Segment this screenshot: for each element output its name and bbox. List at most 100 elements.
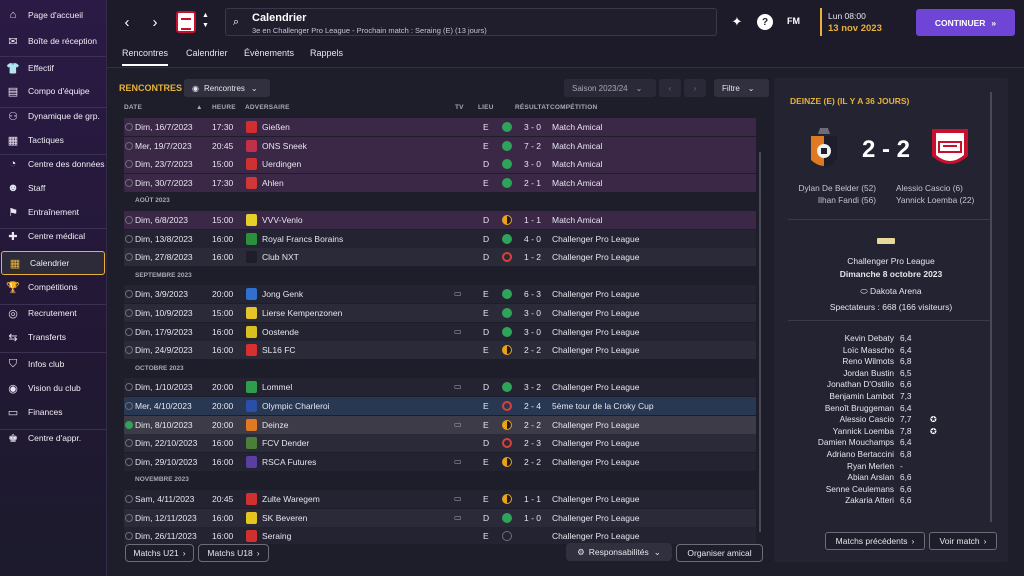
fixture-row[interactable]: Dim, 6/8/2023 15:00 VVV-Venlo D 1 - 1 Match A… — [124, 211, 756, 229]
player-name[interactable]: Zakaria Atteri — [784, 495, 894, 505]
player-name[interactable]: Damien Mouchamps — [784, 437, 894, 447]
fixture-competition[interactable]: Challenger Pro League — [552, 457, 639, 467]
player-name[interactable]: Senne Ceulemans — [784, 484, 894, 494]
fixture-row[interactable]: Dim, 30/7/2023 17:30 Ahlen E 2 - 1 Match Amic… — [124, 173, 756, 192]
fixture-competition[interactable]: Challenger Pro League — [552, 234, 639, 244]
opponent-crest-icon[interactable] — [246, 493, 257, 505]
fixture-opponent[interactable]: FCV Dender — [262, 438, 309, 448]
fixture-row[interactable]: Dim, 23/7/2023 15:00 Uerdingen D 3 - 0 Match … — [124, 155, 756, 174]
tab-rencontres[interactable]: Rencontres — [122, 48, 169, 66]
fixture-opponent[interactable]: SL16 FC — [262, 345, 296, 355]
sidebar-item-inbox[interactable]: ✉ Boîte de réception — [0, 29, 106, 53]
sidebar-item-tactics[interactable]: ▦ Tactiques — [0, 128, 106, 152]
sidebar-item-vision[interactable]: ◉ Vision du club — [0, 376, 106, 400]
opponent-crest-icon[interactable] — [246, 121, 257, 133]
forward-icon[interactable]: › — [145, 12, 165, 32]
fixture-opponent[interactable]: Royal Francs Borains — [262, 234, 343, 244]
row-checkbox[interactable] — [125, 141, 133, 150]
fixture-competition[interactable]: Challenger Pro League — [552, 438, 639, 448]
header-competition[interactable]: COMPÉTITION — [550, 104, 597, 111]
detail-competition[interactable]: Challenger Pro League — [774, 256, 1008, 266]
sidebar-item-training[interactable]: ⚑ Entraînement — [0, 200, 106, 224]
row-checkbox[interactable] — [125, 495, 133, 503]
title-box[interactable]: ⌕ Calendrier 3e en Challenger Pro League… — [225, 8, 717, 36]
detail-scrollbar[interactable] — [990, 92, 992, 522]
fixture-opponent[interactable]: Olympic Charleroi — [262, 401, 330, 411]
fixture-score[interactable]: 2 - 2 — [524, 420, 541, 430]
fixture-competition[interactable]: Challenger Pro League — [552, 327, 639, 337]
sidebar-item-home[interactable]: ⌂ Page d'accueil — [0, 3, 106, 27]
sidebar-item-transfers[interactable]: ⇆ Transferts — [0, 325, 106, 349]
organise-friendly-button[interactable]: Organiser amical — [676, 544, 763, 562]
header-opponent[interactable]: ADVERSAIRE — [245, 104, 290, 111]
fixture-row[interactable]: Dim, 12/11/2023 16:00 SK Beveren ▭ D 1 - 0 Cha… — [124, 508, 756, 527]
player-name[interactable]: Benjamin Lambot — [784, 391, 894, 401]
fixture-opponent[interactable]: Ahlen — [262, 178, 284, 188]
fixture-row[interactable]: Dim, 29/10/2023 16:00 RSCA Futures ▭ E 2 - 2 C… — [124, 452, 756, 471]
fixture-competition[interactable]: Challenger Pro League — [552, 531, 639, 541]
next-season-icon[interactable]: › — [684, 79, 706, 97]
row-checkbox[interactable] — [125, 439, 133, 448]
row-checkbox[interactable] — [125, 123, 133, 131]
player-name[interactable]: Alessio Cascio — [784, 414, 894, 424]
fixtures-scrollbar[interactable] — [759, 152, 761, 532]
row-checkbox[interactable] — [125, 327, 133, 336]
player-name[interactable]: Benoît Bruggeman — [784, 403, 894, 413]
opponent-crest-icon[interactable] — [246, 530, 257, 543]
header-tv[interactable]: TV — [455, 104, 464, 111]
club-crest-icon[interactable] — [176, 11, 196, 33]
fixture-row[interactable]: Dim, 3/9/2023 20:00 Jong Genk ▭ E 6 - 3 Challe… — [124, 285, 756, 304]
row-checkbox[interactable] — [125, 532, 133, 541]
filter-button[interactable]: Filtre ⌄ — [714, 79, 769, 97]
opponent-crest-icon[interactable] — [246, 251, 257, 264]
fixture-competition[interactable]: Match Amical — [552, 215, 603, 225]
row-checkbox[interactable] — [125, 346, 133, 355]
season-dropdown[interactable]: Saison 2023/24 ⌄ — [564, 79, 656, 97]
responsibilities-button[interactable]: ⚙ Responsabilités ⌄ — [566, 543, 672, 561]
header-date[interactable]: DATE — [124, 104, 142, 111]
fixture-opponent[interactable]: ONS Sneek — [262, 141, 307, 151]
row-checkbox[interactable] — [125, 216, 133, 224]
u21-matches-button[interactable]: Matchs U21 › — [125, 544, 194, 562]
fixture-opponent[interactable]: Uerdingen — [262, 159, 301, 169]
fixture-competition[interactable]: Match Amical — [552, 178, 603, 188]
boot-icon[interactable]: ✦ — [729, 14, 745, 30]
previous-matches-button[interactable]: Matchs précédents › — [825, 532, 925, 550]
player-name[interactable]: Adriano Bertaccini — [784, 449, 894, 459]
fixture-competition[interactable]: Match Amical — [552, 159, 603, 169]
fixture-score[interactable]: 2 - 2 — [524, 345, 541, 355]
fixture-competition[interactable]: Challenger Pro League — [552, 494, 639, 504]
fixture-score[interactable]: 3 - 2 — [524, 382, 541, 392]
opponent-crest-icon[interactable] — [246, 214, 257, 226]
player-name[interactable]: Kevin Debaty — [784, 333, 894, 343]
fixture-row[interactable]: Dim, 13/8/2023 16:00 Royal Francs Borains D… — [124, 229, 756, 248]
sidebar-item-club-info[interactable]: ⛉ Infos club — [0, 352, 106, 376]
fixture-row[interactable]: Dim, 27/8/2023 16:00 Club NXT D 1 - 2 Challen… — [124, 248, 756, 267]
row-checkbox[interactable] — [125, 309, 133, 317]
header-venue[interactable]: LIEU — [478, 104, 494, 111]
sidebar-item-staff[interactable]: ☻ Staff — [0, 176, 106, 200]
fixture-score[interactable]: 7 - 2 — [524, 141, 541, 151]
fixture-opponent[interactable]: Gießen — [262, 122, 290, 132]
fixture-score[interactable]: 3 - 0 — [524, 327, 541, 337]
row-checkbox[interactable] — [125, 160, 133, 169]
player-name[interactable]: Jordan Bustin — [784, 368, 894, 378]
fixture-score[interactable]: 3 - 0 — [524, 308, 541, 318]
fixture-competition[interactable]: Challenger Pro League — [552, 345, 639, 355]
player-name[interactable]: Yannick Loemba — [784, 426, 894, 436]
fixture-score[interactable]: 3 - 0 — [524, 122, 541, 132]
continue-button[interactable]: CONTINUER » — [916, 9, 1015, 36]
fixture-row[interactable]: Dim, 10/9/2023 15:00 Lierse Kempenzonen E 3 … — [124, 304, 756, 322]
opponent-crest-icon[interactable] — [246, 158, 257, 171]
club-switch-icon[interactable]: ▲ ▼ — [202, 11, 209, 31]
fixture-row[interactable]: Mer, 19/7/2023 20:45 ONS Sneek E 7 - 2 Match … — [124, 136, 756, 155]
fixture-competition[interactable]: Challenger Pro League — [552, 420, 639, 430]
fixture-opponent[interactable]: Deinze — [262, 420, 288, 430]
view-dropdown[interactable]: ◉ Rencontres ⌄ — [184, 79, 270, 97]
fixture-opponent[interactable]: RSCA Futures — [262, 457, 316, 467]
row-checkbox[interactable] — [125, 402, 133, 410]
sidebar-item-data[interactable]: ◔ Centre des données — [0, 152, 106, 176]
fixture-opponent[interactable]: Oostende — [262, 327, 299, 337]
row-checkbox[interactable] — [125, 420, 133, 429]
fixture-row[interactable]: Dim, 17/9/2023 16:00 Oostende ▭ D 3 - 0 Challe… — [124, 322, 756, 341]
